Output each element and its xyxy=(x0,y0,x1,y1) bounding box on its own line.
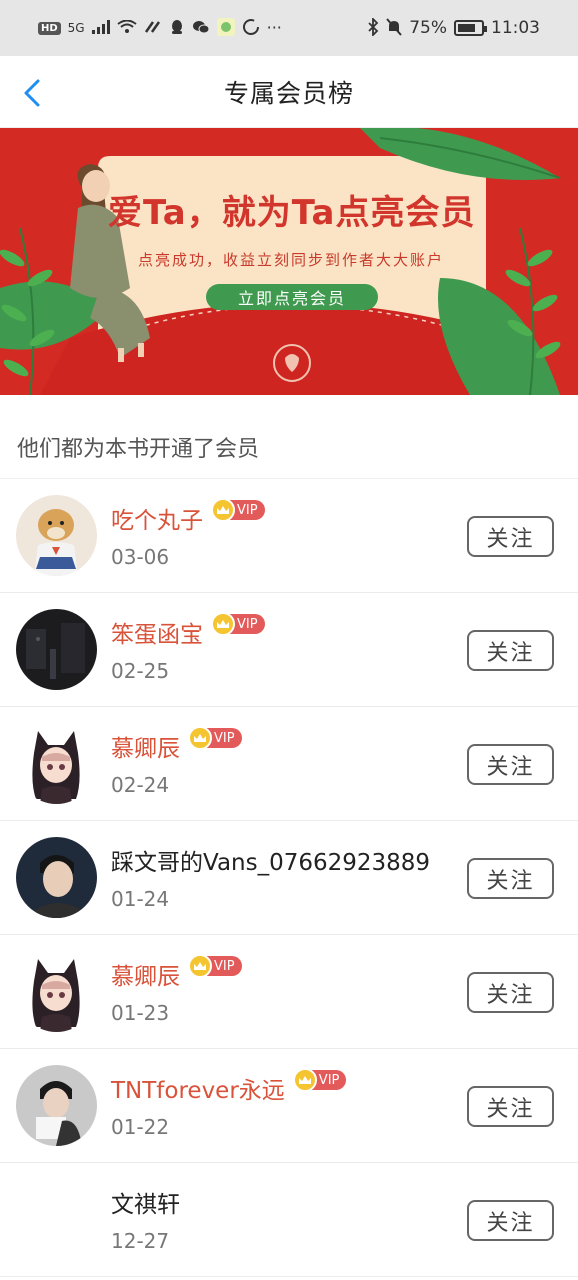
follow-button[interactable]: 关注 xyxy=(467,630,554,671)
vip-badge: VIP xyxy=(292,1068,347,1092)
member-name-row: 文祺轩 xyxy=(111,1185,180,1219)
vip-badge: VIP xyxy=(211,612,265,636)
member-name[interactable]: 慕卿辰 xyxy=(111,729,180,763)
member-date: 02-25 xyxy=(111,659,170,683)
back-button[interactable] xyxy=(18,78,48,108)
member-name[interactable]: 踩文哥的Vans_07662923889 xyxy=(111,843,430,877)
member-name[interactable]: TNTforever永远 xyxy=(111,1071,285,1105)
member-list: 吃个丸子 VIP 03-06 关注 笨蛋函宝 VIP 02-25 关注 慕卿辰 VIP 02-24 关… xyxy=(0,479,578,1277)
member-date: 01-22 xyxy=(111,1115,170,1139)
member-date: 01-23 xyxy=(111,1001,170,1025)
status-bar: HD 5G ··· 75% 11:03 xyxy=(0,0,578,56)
membership-banner[interactable]: 爱Ta，就为Ta点亮会员 点亮成功，收益立刻同步到作者大大账户 立即点亮会员 xyxy=(0,128,578,395)
status-time: 11:03 xyxy=(491,18,540,38)
member-row[interactable]: 慕卿辰 VIP 01-23 关注 xyxy=(0,935,578,1049)
vip-badge: VIP xyxy=(188,726,242,750)
banner-title: 爱Ta，就为Ta点亮会员 xyxy=(108,193,476,233)
avatar[interactable] xyxy=(16,609,97,690)
crown-icon xyxy=(188,954,212,978)
avatar[interactable] xyxy=(16,837,97,918)
avatar[interactable] xyxy=(16,1065,97,1146)
follow-button[interactable]: 关注 xyxy=(467,1200,554,1241)
status-left: HD 5G ··· xyxy=(38,17,282,39)
light-up-membership-button[interactable]: 立即点亮会员 xyxy=(206,284,378,310)
member-name[interactable]: 文祺轩 xyxy=(111,1185,180,1219)
battery-icon xyxy=(454,20,487,36)
member-name-row: 笨蛋函宝 VIP xyxy=(111,612,265,649)
banner-subtitle: 点亮成功，收益立刻同步到作者大大账户 xyxy=(138,251,445,269)
member-row[interactable]: 文祺轩 12-27 关注 xyxy=(0,1163,578,1277)
wechat-icon xyxy=(192,19,210,38)
crown-icon xyxy=(211,612,235,636)
member-row[interactable]: 笨蛋函宝 VIP 02-25 关注 xyxy=(0,593,578,707)
signal-icon xyxy=(91,19,110,37)
member-name-row: TNTforever永远 VIP xyxy=(111,1068,347,1105)
nav-bar: 专属会员榜 xyxy=(0,56,578,128)
follow-button[interactable]: 关注 xyxy=(467,1086,554,1127)
crown-icon xyxy=(188,726,212,750)
network-5g-icon: 5G xyxy=(67,21,85,35)
follow-button[interactable]: 关注 xyxy=(467,516,554,557)
section-title: 他们都为本书开通了会员 xyxy=(0,415,578,479)
member-date: 12-27 xyxy=(111,1229,170,1253)
status-right: 75% 11:03 xyxy=(367,16,540,39)
member-date: 01-24 xyxy=(111,887,170,911)
follow-button[interactable]: 关注 xyxy=(467,972,554,1013)
member-row[interactable]: 慕卿辰 VIP 02-24 关注 xyxy=(0,707,578,821)
follow-button[interactable]: 关注 xyxy=(467,858,554,899)
qq-icon xyxy=(169,19,185,38)
member-date: 02-24 xyxy=(111,773,170,797)
wifi-icon xyxy=(116,19,137,37)
member-row[interactable]: 踩文哥的Vans_07662923889 01-24 关注 xyxy=(0,821,578,935)
avatar[interactable] xyxy=(16,723,97,804)
more-icon: ··· xyxy=(266,18,282,37)
crown-icon xyxy=(211,498,235,522)
vip-badge: VIP xyxy=(211,498,265,522)
member-name[interactable]: 慕卿辰 xyxy=(111,957,180,991)
app-notification-icon xyxy=(216,17,235,39)
loading-circle-icon xyxy=(242,18,260,39)
member-date: 03-06 xyxy=(111,545,170,569)
follow-button[interactable]: 关注 xyxy=(467,744,554,785)
mute-bell-icon xyxy=(386,17,402,39)
chevron-left-icon[interactable] xyxy=(18,78,48,108)
vip-badge: VIP xyxy=(188,954,242,978)
member-name[interactable]: 吃个丸子 xyxy=(111,501,203,535)
hd-icon: HD xyxy=(38,21,61,35)
crown-icon xyxy=(292,1068,317,1092)
avatar[interactable] xyxy=(16,1179,97,1260)
member-row[interactable]: TNTforever永远 VIP 01-22 关注 xyxy=(0,1049,578,1163)
avatar[interactable] xyxy=(16,951,97,1032)
avatar[interactable] xyxy=(16,495,97,576)
member-name[interactable]: 笨蛋函宝 xyxy=(111,615,203,649)
page-title: 专属会员榜 xyxy=(223,78,354,108)
member-row[interactable]: 吃个丸子 VIP 03-06 关注 xyxy=(0,479,578,593)
bluetooth-icon xyxy=(367,16,379,39)
battery-percent: 75% xyxy=(409,18,447,38)
member-name-row: 慕卿辰 VIP xyxy=(111,954,242,991)
battery-fill xyxy=(458,24,475,32)
member-name-row: 吃个丸子 VIP xyxy=(111,498,265,535)
member-name-row: 慕卿辰 VIP xyxy=(111,726,242,763)
link-icon xyxy=(144,20,162,37)
member-name-row: 踩文哥的Vans_07662923889 xyxy=(111,843,430,877)
